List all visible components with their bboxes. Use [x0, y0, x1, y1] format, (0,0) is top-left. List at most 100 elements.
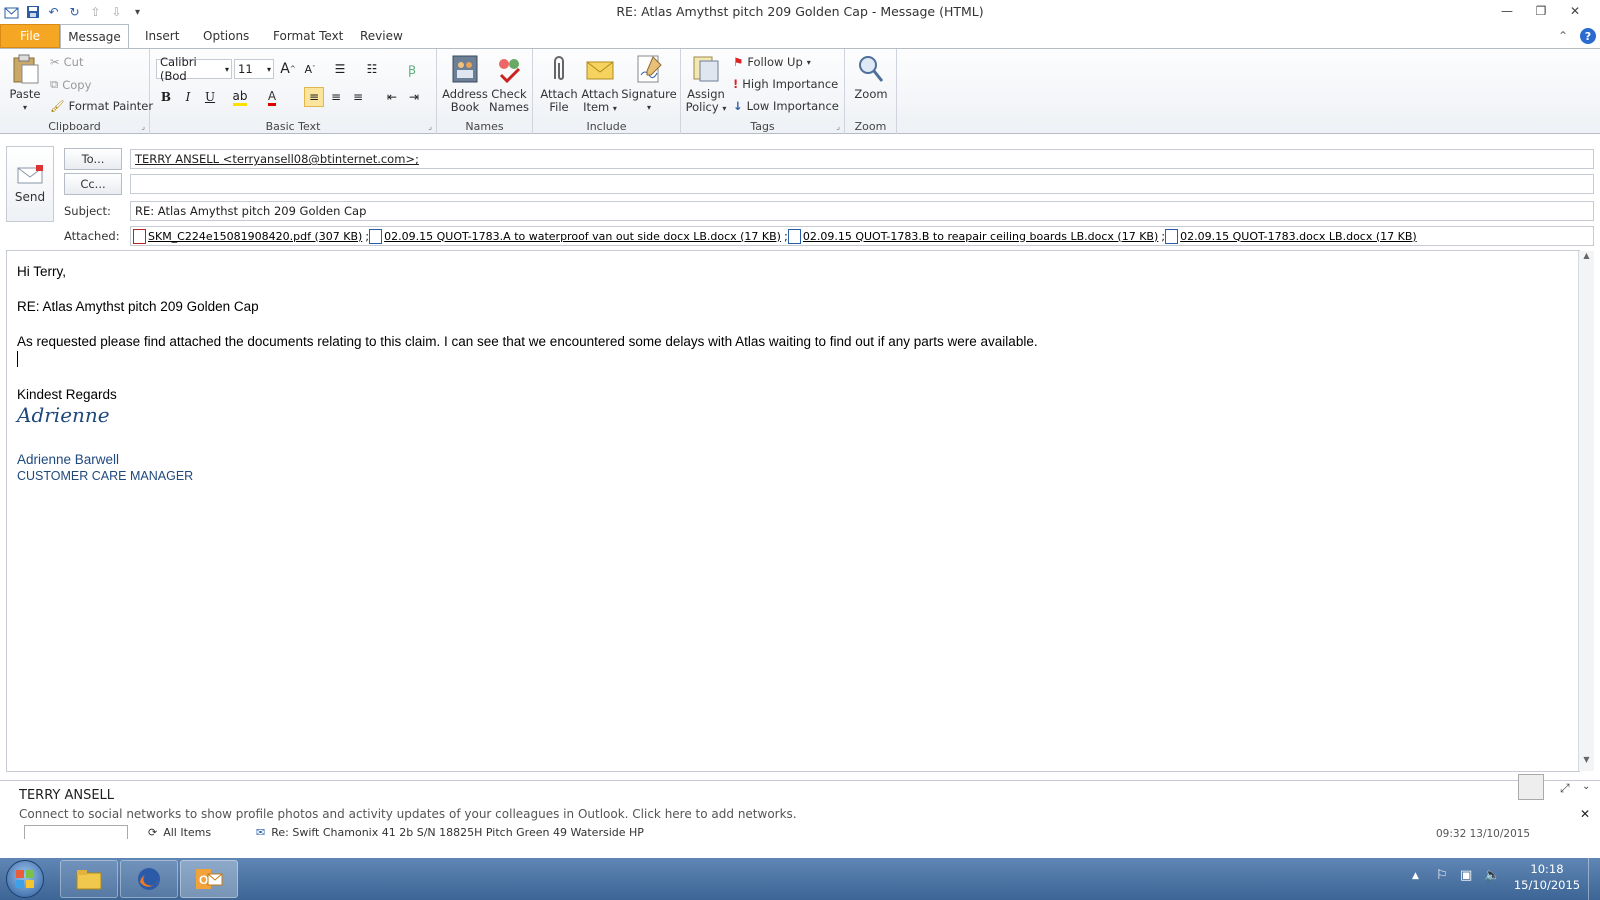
numbering-icon[interactable]: ☷: [362, 59, 382, 79]
zoom-button[interactable]: Zoom: [849, 53, 893, 101]
send-button[interactable]: Send: [6, 146, 54, 222]
attachment-item[interactable]: SKM_C224e15081908420.pdf (307 KB): [133, 228, 362, 244]
signature-button[interactable]: Signature ▾: [621, 53, 677, 114]
tab-options[interactable]: Options: [203, 24, 249, 48]
bullets-icon[interactable]: ☰: [330, 59, 350, 79]
explorer-taskbar-button[interactable]: [60, 860, 118, 898]
attach-file-button[interactable]: Attach File: [539, 53, 579, 114]
italic-icon[interactable]: I: [178, 87, 198, 107]
cut-button[interactable]: ✂ Cut: [50, 55, 83, 69]
chevron-down-icon: ▾: [266, 64, 271, 74]
restore-button[interactable]: ❐: [1524, 0, 1558, 22]
undo-icon[interactable]: ↶: [46, 5, 61, 20]
format-painter-button[interactable]: 🖌 Format Painter: [50, 99, 153, 113]
highlight-icon[interactable]: ab: [230, 87, 250, 107]
paintbrush-icon: 🖌: [50, 99, 65, 113]
tab-file[interactable]: File: [0, 24, 60, 48]
assign-policy-label-2: Policy: [685, 100, 719, 114]
dialog-launcher-icon[interactable]: ⌟: [836, 122, 840, 131]
list-item[interactable]: ✉ Re: Swift Chamonix 41 2b S/N 18825H Pit…: [256, 826, 644, 839]
align-center-icon[interactable]: ≡: [326, 87, 346, 107]
dialog-launcher-icon[interactable]: ⌟: [141, 122, 145, 131]
font-size-combo[interactable]: 11 ▾: [234, 59, 274, 79]
decrease-indent-icon[interactable]: ⇤: [382, 87, 402, 107]
align-right-icon[interactable]: ≡: [348, 87, 368, 107]
to-value[interactable]: TERRY ANSELL <terryansell08@btinternet.c…: [135, 152, 419, 166]
to-field[interactable]: TERRY ANSELL <terryansell08@btinternet.c…: [130, 149, 1594, 169]
close-icon[interactable]: ✕: [1580, 807, 1590, 821]
contact-name[interactable]: TERRY ANSELL: [19, 788, 114, 803]
down-arrow-icon: ↓: [733, 99, 743, 113]
clipboard-group-label: Clipboard: [48, 120, 101, 133]
paste-button[interactable]: Paste ▾: [6, 53, 44, 114]
chevron-down-icon[interactable]: ⌄: [1582, 781, 1590, 792]
clock[interactable]: 10:18 15/10/2015: [1512, 861, 1582, 893]
tab-message[interactable]: Message: [60, 24, 129, 49]
attachment-item[interactable]: 02.09.15 QUOT-1783.docx LB.docx (17 KB): [1165, 228, 1417, 244]
volume-icon[interactable]: 🔈: [1484, 868, 1500, 883]
address-book-button[interactable]: Address Book: [442, 53, 488, 114]
to-button[interactable]: To...: [64, 148, 122, 170]
low-importance-button[interactable]: ↓ Low Importance: [733, 99, 839, 113]
check-names-button[interactable]: Check Names: [487, 53, 531, 114]
message-body[interactable]: Hi Terry, RE: Atlas Amythst pitch 209 Go…: [6, 250, 1580, 772]
shrink-font-icon[interactable]: Aˇ: [300, 59, 320, 79]
grow-font-icon[interactable]: A ^: [278, 59, 298, 79]
scroll-down-icon[interactable]: ▼: [1579, 755, 1594, 771]
font-color-icon[interactable]: A: [262, 87, 282, 107]
cc-field[interactable]: [130, 174, 1594, 194]
underline-icon[interactable]: U: [200, 87, 220, 107]
bold-icon[interactable]: B: [156, 87, 176, 107]
outlook-app-icon[interactable]: [4, 5, 19, 20]
help-icon[interactable]: ?: [1580, 24, 1596, 48]
high-importance-button[interactable]: ! High Importance: [733, 77, 838, 91]
network-icon[interactable]: ▣: [1460, 868, 1472, 883]
all-items[interactable]: ⟳ All Items: [148, 826, 211, 839]
copy-button[interactable]: ⧉ Copy: [50, 77, 91, 92]
dialog-launcher-icon[interactable]: ⌟: [428, 122, 432, 131]
follow-up-button[interactable]: ⚑ Follow Up ▾: [733, 55, 811, 69]
paste-label: Paste: [9, 87, 41, 101]
scroll-up-icon[interactable]: ▲: [1579, 251, 1594, 267]
avatar[interactable]: [1518, 774, 1544, 800]
assign-policy-button[interactable]: Assign Policy ▾: [685, 53, 727, 115]
paperclip-icon: [554, 56, 564, 80]
names-group: Address Book Check Names Names: [437, 49, 533, 135]
people-pane-tab[interactable]: [24, 825, 128, 839]
tab-insert[interactable]: Insert: [145, 24, 179, 48]
minimize-ribbon-icon[interactable]: ⌃: [1558, 24, 1568, 48]
attach-item-button[interactable]: Attach Item ▾: [579, 53, 621, 115]
start-button[interactable]: [6, 860, 44, 898]
attachment-item[interactable]: 02.09.15 QUOT-1783.B to reapair ceiling …: [787, 228, 1158, 244]
window-title: RE: Atlas Amythst pitch 209 Golden Cap -…: [616, 4, 984, 19]
show-hidden-icons[interactable]: ▲: [1412, 871, 1419, 881]
subject-field[interactable]: RE: Atlas Amythst pitch 209 Golden Cap: [130, 201, 1594, 221]
body-scrollbar[interactable]: ▲ ▼: [1578, 251, 1594, 771]
font-name-combo[interactable]: Calibri (Bod ▾: [156, 55, 232, 83]
show-desktop-button[interactable]: [1588, 858, 1600, 900]
down-arrow-icon[interactable]: ⇩: [109, 5, 124, 20]
social-prompt[interactable]: Connect to social networks to show profi…: [19, 807, 797, 821]
outlook-taskbar-button[interactable]: O: [180, 860, 238, 898]
tab-review[interactable]: Review: [360, 24, 403, 48]
minimize-button[interactable]: —: [1490, 0, 1524, 22]
chevron-down-icon: ▾: [612, 104, 617, 113]
close-button[interactable]: ✕: [1558, 0, 1592, 22]
customize-toolbar-icon[interactable]: ▾: [130, 5, 145, 20]
expand-icon[interactable]: ⤢: [1560, 781, 1570, 796]
attachment-item[interactable]: 02.09.15 QUOT-1783.A to waterproof van o…: [369, 228, 781, 244]
tab-format-text[interactable]: Format Text: [273, 24, 343, 48]
cc-button[interactable]: Cc...: [64, 173, 122, 195]
increase-indent-icon[interactable]: ⇥: [404, 87, 424, 107]
all-items-label: All Items: [163, 826, 212, 839]
align-left-icon[interactable]: ≡: [304, 87, 324, 107]
firefox-taskbar-button[interactable]: [120, 860, 178, 898]
clear-formatting-icon[interactable]: Ꞵ: [402, 59, 422, 79]
save-icon[interactable]: [25, 5, 40, 20]
action-center-flag-icon[interactable]: ⚐: [1436, 868, 1448, 883]
up-arrow-icon[interactable]: ⇧: [88, 5, 103, 20]
paste-dropdown-icon[interactable]: ▾: [23, 101, 27, 114]
folder-icon: [76, 870, 102, 890]
envelope-icon: [586, 61, 614, 80]
redo-icon[interactable]: ↻: [67, 5, 82, 20]
